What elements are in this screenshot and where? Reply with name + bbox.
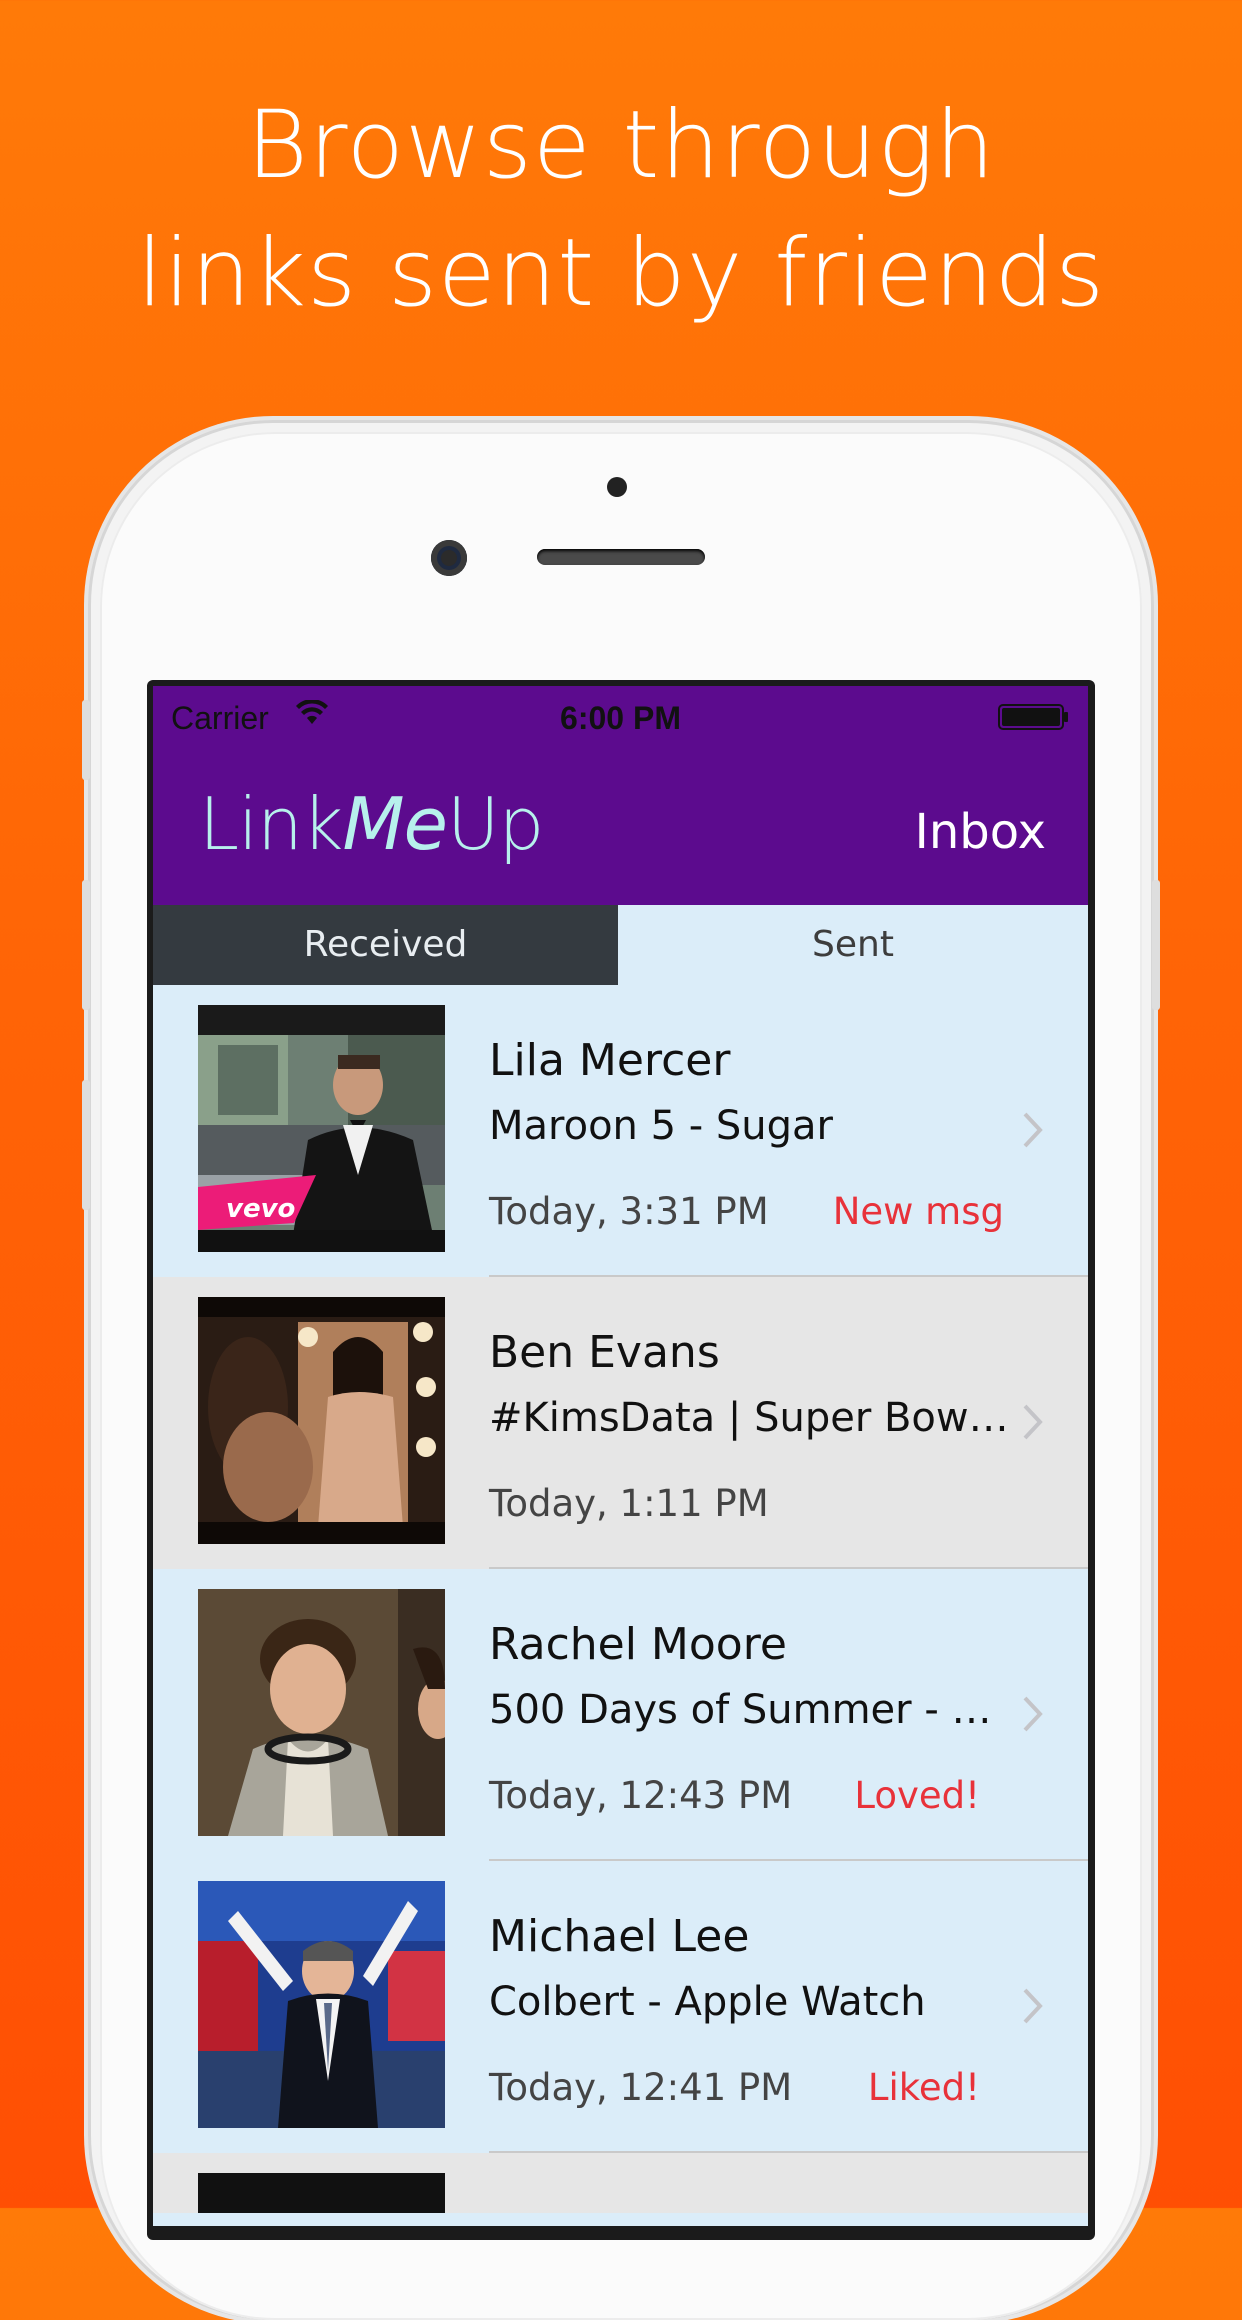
logo-link: Link — [199, 782, 343, 866]
svg-text:vevo: vevo — [226, 1194, 295, 1224]
headline-line-2: links sent by friends — [136, 219, 1106, 328]
sender-name: Rachel Moore — [489, 1619, 787, 1670]
link-title: Maroon 5 - Sugar — [489, 1103, 834, 1149]
chevron-right-icon — [1022, 1111, 1044, 1154]
earpiece-speaker — [537, 549, 705, 565]
video-thumbnail — [198, 2173, 445, 2213]
sender-name: Michael Lee — [489, 1911, 750, 1962]
mute-switch — [82, 700, 90, 780]
timestamp: Today, 3:31 PM — [489, 1190, 769, 1233]
list-item[interactable]: Michael Lee Colbert - Apple Watch Today,… — [153, 1861, 1088, 2153]
chevron-right-icon — [1022, 1695, 1044, 1738]
headline-line-1: Browse through — [246, 91, 996, 200]
headline: Browse through links sent by friends — [0, 82, 1242, 338]
video-thumbnail — [198, 1297, 445, 1544]
timestamp: Today, 12:43 PM — [489, 1774, 793, 1817]
logo-me: Me — [342, 782, 447, 866]
front-sensor — [607, 477, 627, 497]
front-camera-lens — [431, 540, 467, 576]
power-button — [1152, 880, 1160, 1010]
link-title: 500 Days of Summer - O… — [489, 1687, 1019, 1733]
video-thumbnail: vevo — [198, 1005, 445, 1252]
volume-up-button — [82, 880, 90, 1010]
logo-up: Up — [446, 782, 544, 866]
status-time: 6:00 PM — [560, 700, 681, 736]
status-badge: New msg — [832, 1190, 1004, 1233]
list-item[interactable]: Ben Evans #KimsData | Super Bowl… Today,… — [153, 1277, 1088, 1569]
message-list: vevo Lila Mercer Maroon 5 - Sugar Today,… — [153, 985, 1088, 2213]
tab-received[interactable]: Received — [153, 905, 618, 985]
nav-bar: LinkMeUp Inbox — [153, 746, 1088, 905]
video-thumbnail — [198, 1881, 445, 2128]
status-badge: Liked! — [867, 2066, 980, 2109]
app-logo: LinkMeUp — [199, 782, 544, 866]
chevron-right-icon — [1022, 1987, 1044, 2030]
segmented-control: Received Sent — [153, 905, 1088, 985]
timestamp: Today, 1:11 PM — [489, 1482, 769, 1525]
status-badge: Loved! — [854, 1774, 980, 1817]
link-title: Colbert - Apple Watch — [489, 1979, 926, 2025]
chevron-right-icon — [1022, 1403, 1044, 1446]
volume-down-button — [82, 1080, 90, 1210]
app-screen: Carrier 6:00 PM LinkMeUp Inbox Received … — [153, 686, 1088, 2226]
sender-name: Lila Mercer — [489, 1035, 731, 1086]
list-item[interactable]: vevo Lila Mercer Maroon 5 - Sugar Today,… — [153, 985, 1088, 1277]
timestamp: Today, 12:41 PM — [489, 2066, 793, 2109]
nav-title-inbox: Inbox — [914, 804, 1046, 860]
link-title: #KimsData | Super Bowl… — [489, 1395, 1019, 1441]
status-bar: Carrier 6:00 PM — [153, 686, 1088, 746]
sender-name: Ben Evans — [489, 1327, 720, 1378]
tab-sent[interactable]: Sent — [618, 905, 1088, 985]
list-item[interactable] — [153, 2153, 1088, 2213]
battery-icon — [998, 704, 1070, 735]
list-item[interactable]: Rachel Moore 500 Days of Summer - O… Tod… — [153, 1569, 1088, 1861]
video-thumbnail — [198, 1589, 445, 1836]
